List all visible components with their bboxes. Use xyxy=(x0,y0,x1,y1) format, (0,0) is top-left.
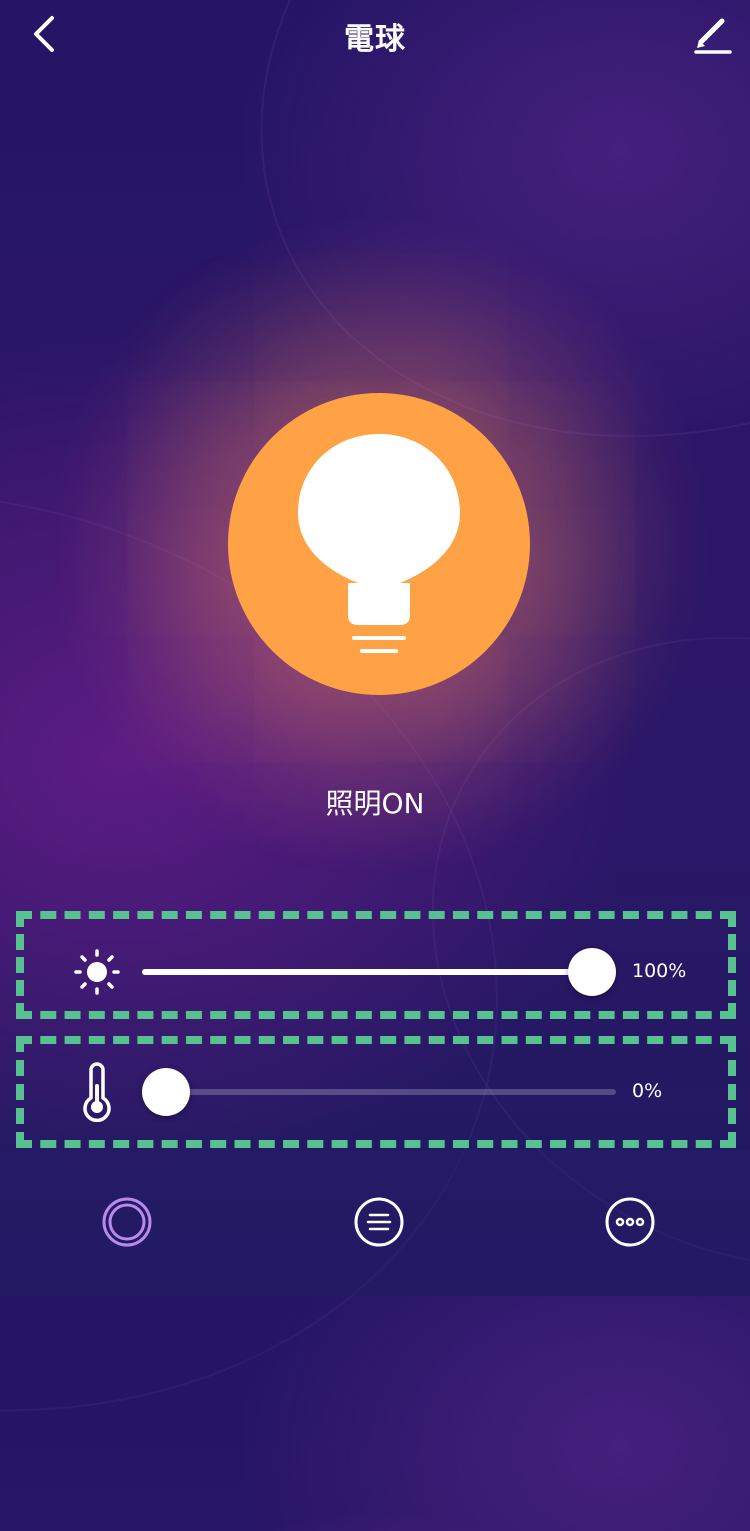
brightness-row: 100% xyxy=(0,932,750,1012)
power-toggle-button[interactable] xyxy=(228,393,530,695)
sun-icon xyxy=(72,942,122,1002)
lightbulb-icon xyxy=(298,434,460,653)
color-temperature-row: 0% xyxy=(0,1052,750,1132)
pencil-icon xyxy=(694,18,732,54)
page-title: 電球 xyxy=(344,22,406,57)
nav-more-button[interactable] xyxy=(604,1196,656,1248)
more-icon xyxy=(605,1197,655,1247)
nav-list-button[interactable] xyxy=(353,1196,405,1248)
ring-icon xyxy=(102,1197,152,1247)
brightness-value: 100% xyxy=(632,960,687,982)
color-temperature-track[interactable] xyxy=(142,1089,616,1095)
nav-control-button[interactable] xyxy=(101,1196,153,1248)
bottom-nav xyxy=(0,1150,750,1296)
color-temperature-slider-thumb[interactable] xyxy=(142,1068,190,1116)
brightness-track-fill xyxy=(142,969,592,975)
edit-button[interactable] xyxy=(690,12,736,58)
header: 電球 xyxy=(0,0,750,70)
thermometer-icon xyxy=(72,1062,122,1122)
brightness-slider-thumb[interactable] xyxy=(568,948,616,996)
color-temperature-value: 0% xyxy=(632,1080,663,1102)
power-status: 照明ON xyxy=(325,787,425,820)
list-icon xyxy=(354,1197,404,1247)
